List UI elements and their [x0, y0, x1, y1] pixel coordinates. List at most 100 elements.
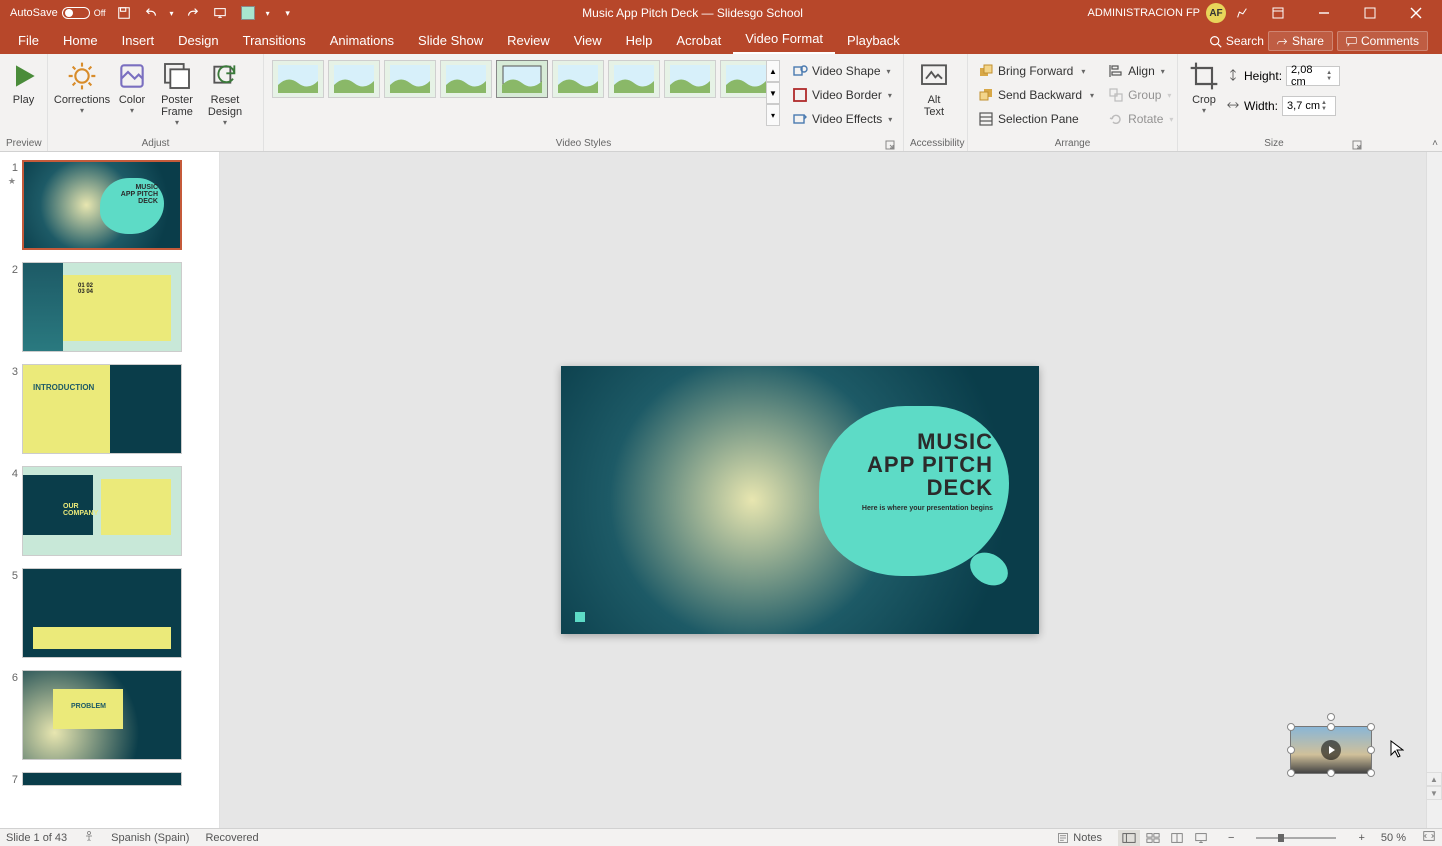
notes-button[interactable]: Notes — [1057, 832, 1102, 844]
slide-sorter-view-button[interactable] — [1142, 830, 1164, 846]
video-play-icon[interactable] — [1321, 740, 1341, 760]
minimize-button[interactable] — [1304, 0, 1344, 26]
slide-thumbnail[interactable]: PROBLEM — [22, 670, 182, 760]
video-style-gallery[interactable]: ▲ ▼ ▾ — [270, 56, 780, 134]
gallery-up-icon[interactable]: ▲ — [766, 60, 780, 82]
zoom-out-button[interactable]: − — [1228, 832, 1234, 844]
color-button[interactable]: Color — [112, 56, 152, 134]
tab-transitions[interactable]: Transitions — [231, 27, 318, 54]
slide-thumbnail[interactable]: OURCOMPANY — [22, 466, 182, 556]
slide-thumb-item[interactable]: 2 01 0203 04 — [4, 262, 215, 352]
video-shape-button[interactable]: Video Shape▾ — [788, 60, 896, 82]
video-style-thumb[interactable] — [720, 60, 772, 98]
width-input[interactable]: 3,7 cm ▲▼ — [1282, 96, 1336, 116]
slide-canvas[interactable]: MUSIC APP PITCH DECK Here is where your … — [220, 152, 1442, 828]
tab-video-format[interactable]: Video Format — [733, 25, 835, 54]
close-button[interactable] — [1396, 0, 1436, 26]
inserted-video-object[interactable] — [1290, 726, 1372, 774]
canvas-scrollbar[interactable] — [1426, 152, 1442, 828]
video-style-thumb[interactable] — [440, 60, 492, 98]
customize-qat-icon[interactable]: ▾ — [278, 3, 298, 23]
resize-handle[interactable] — [1367, 746, 1375, 754]
play-button[interactable]: Play — [6, 56, 41, 134]
rotate-handle[interactable] — [1327, 713, 1335, 721]
resize-handle[interactable] — [1327, 723, 1335, 731]
gallery-more-icon[interactable]: ▾ — [766, 104, 780, 126]
gallery-down-icon[interactable]: ▼ — [766, 82, 780, 104]
prev-slide-icon[interactable]: ▲ — [1426, 772, 1442, 786]
account-name[interactable]: ADMINISTRACION FP — [1088, 7, 1200, 19]
collapse-ribbon-icon[interactable]: ˄ — [1432, 138, 1438, 149]
corrections-button[interactable]: Corrections — [54, 56, 110, 134]
bring-forward-button[interactable]: Bring Forward▾ — [974, 60, 1098, 82]
slide-panel[interactable]: 1★ MUSICAPP PITCHDECK 2 01 0203 04 — [0, 152, 220, 828]
slide-thumb-item[interactable]: 3 INTRODUCTION — [4, 364, 215, 454]
video-styles-dialog-launcher-icon[interactable] — [885, 140, 895, 150]
slide-counter[interactable]: Slide 1 of 43 — [6, 832, 67, 844]
normal-view-button[interactable] — [1118, 830, 1140, 846]
slide-thumbnail[interactable] — [22, 772, 182, 786]
height-input[interactable]: 2,08 cm ▲▼ — [1286, 66, 1340, 86]
avatar[interactable]: AF — [1206, 3, 1226, 23]
video-style-thumb[interactable] — [328, 60, 380, 98]
align-button[interactable]: Align▾ — [1104, 60, 1177, 82]
zoom-level[interactable]: 50 % — [1381, 832, 1406, 844]
slide-thumb-item[interactable]: 4 OURCOMPANY — [4, 466, 215, 556]
video-style-thumb[interactable] — [496, 60, 548, 98]
reset-design-button[interactable]: Reset Design — [202, 56, 248, 134]
tab-animations[interactable]: Animations — [318, 27, 406, 54]
resize-handle[interactable] — [1367, 769, 1375, 777]
maximize-button[interactable] — [1350, 0, 1390, 26]
save-icon[interactable] — [114, 3, 134, 23]
slide-thumb-item[interactable]: 7 — [4, 772, 215, 786]
resize-handle[interactable] — [1287, 746, 1295, 754]
video-style-thumb[interactable] — [608, 60, 660, 98]
slide-thumb-item[interactable]: 5 — [4, 568, 215, 658]
tab-acrobat[interactable]: Acrobat — [664, 27, 733, 54]
recovered-status[interactable]: Recovered — [205, 832, 258, 844]
slide-thumbnail[interactable]: MUSICAPP PITCHDECK — [22, 160, 182, 250]
video-style-thumb[interactable] — [552, 60, 604, 98]
video-style-thumb[interactable] — [664, 60, 716, 98]
tab-home[interactable]: Home — [51, 27, 110, 54]
autosave-toggle[interactable]: AutoSave Off — [10, 7, 106, 19]
resize-handle[interactable] — [1367, 723, 1375, 731]
language-status[interactable]: Spanish (Spain) — [111, 832, 189, 844]
group-button[interactable]: Group▾ — [1104, 84, 1177, 106]
next-slide-icon[interactable]: ▼ — [1426, 786, 1442, 800]
reading-view-button[interactable] — [1166, 830, 1188, 846]
rotate-button[interactable]: Rotate▾ — [1104, 108, 1177, 130]
tab-file[interactable]: File — [6, 27, 51, 54]
video-border-button[interactable]: Video Border▾ — [788, 84, 896, 106]
selection-pane-button[interactable]: Selection Pane — [974, 108, 1098, 130]
search-input[interactable]: Search — [1209, 34, 1264, 48]
share-button[interactable]: Share — [1268, 31, 1333, 51]
comments-button[interactable]: Comments — [1337, 31, 1428, 51]
undo-dropdown-icon[interactable]: ▾ — [170, 9, 174, 18]
coming-soon-icon[interactable] — [1232, 3, 1252, 23]
tab-review[interactable]: Review — [495, 27, 562, 54]
tab-design[interactable]: Design — [166, 27, 230, 54]
video-style-thumb[interactable] — [272, 60, 324, 98]
slide-thumb-item[interactable]: 6 PROBLEM — [4, 670, 215, 760]
resize-handle[interactable] — [1287, 723, 1295, 731]
tab-help[interactable]: Help — [614, 27, 665, 54]
video-style-thumb[interactable] — [384, 60, 436, 98]
ribbon-display-button[interactable] — [1258, 0, 1298, 26]
width-spinner[interactable]: ▲▼ — [1321, 100, 1331, 112]
tab-insert[interactable]: Insert — [110, 27, 167, 54]
send-backward-button[interactable]: Send Backward▾ — [974, 84, 1098, 106]
main-slide[interactable]: MUSIC APP PITCH DECK Here is where your … — [561, 366, 1039, 634]
fit-to-window-button[interactable] — [1422, 830, 1436, 845]
undo-button[interactable] — [142, 3, 162, 23]
start-from-beginning-icon[interactable] — [210, 3, 230, 23]
accessibility-status-icon[interactable] — [83, 830, 95, 845]
slide-thumb-item[interactable]: 1★ MUSICAPP PITCHDECK — [4, 160, 215, 250]
tab-slide-show[interactable]: Slide Show — [406, 27, 495, 54]
slide-thumbnail[interactable]: 01 0203 04 — [22, 262, 182, 352]
resize-handle[interactable] — [1327, 769, 1335, 777]
theme-color-icon[interactable] — [238, 3, 258, 23]
theme-color-dropdown-icon[interactable]: ▾ — [266, 9, 270, 18]
slideshow-view-button[interactable] — [1190, 830, 1212, 846]
redo-button[interactable] — [182, 3, 202, 23]
